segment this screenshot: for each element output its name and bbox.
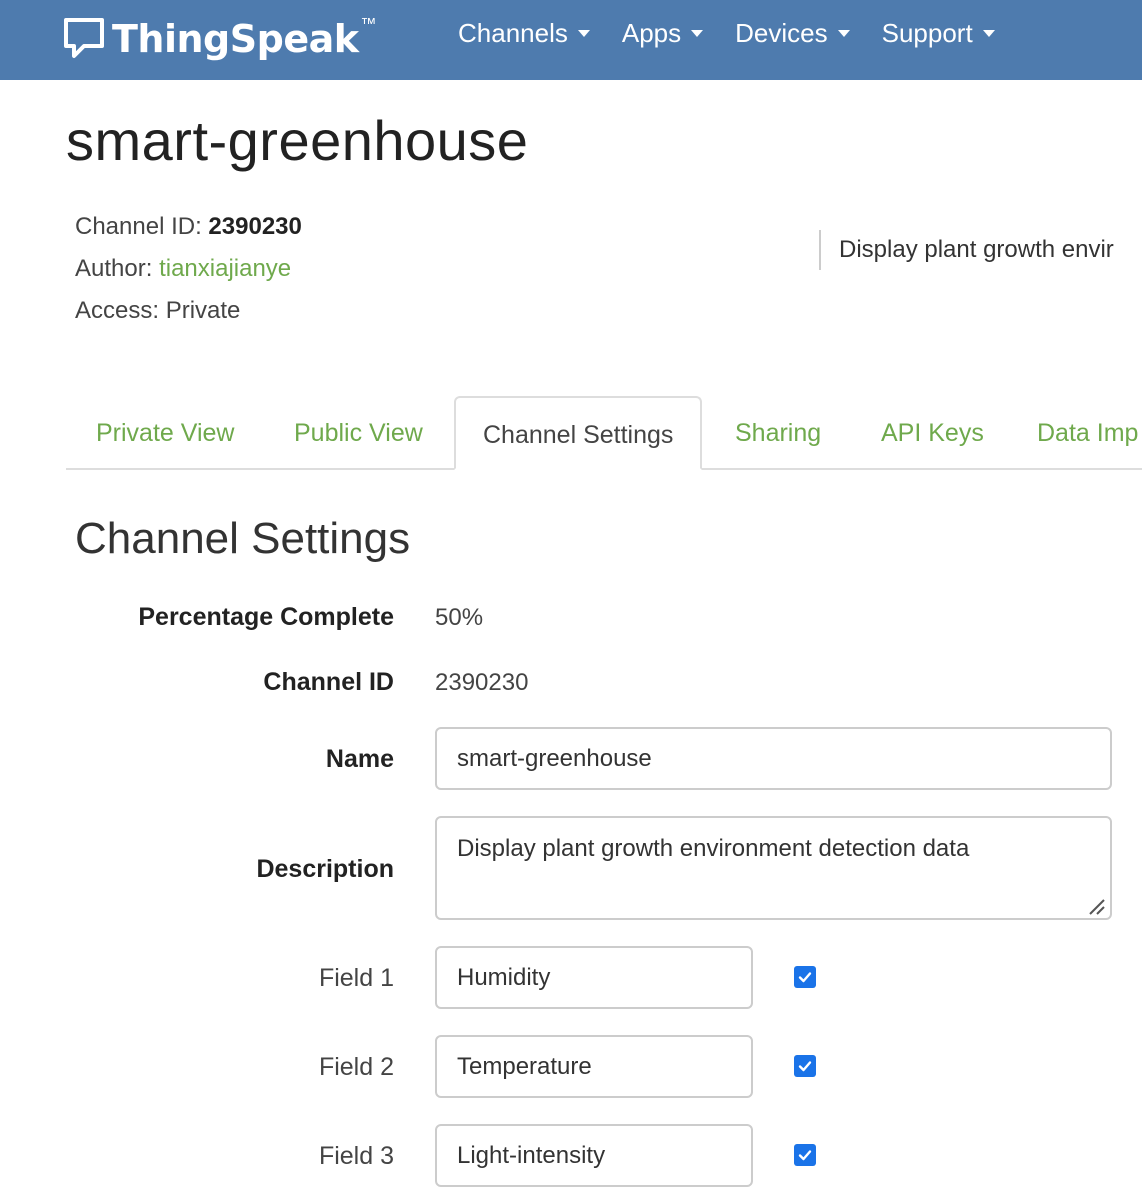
field-3-checkbox[interactable] <box>794 1144 816 1166</box>
channel-id-field-value: 2390230 <box>435 669 529 696</box>
nav-support-label: Support <box>881 18 973 48</box>
author-label: Author: <box>75 255 153 282</box>
nav-channels-label: Channels <box>458 18 568 48</box>
tab-api-keys[interactable]: API Keys <box>881 396 984 468</box>
section-title: Channel Settings <box>75 514 411 563</box>
tab-sharing[interactable]: Sharing <box>735 396 821 468</box>
checkmark-icon <box>798 1150 812 1161</box>
checkmark-icon <box>798 972 812 983</box>
top-navbar: ThingSpeak ™ Channels Apps Devices Suppo… <box>0 0 1142 80</box>
channel-id-label: Channel ID: <box>75 213 202 240</box>
trademark-symbol: ™ <box>360 16 377 33</box>
author-link[interactable]: tianxiajianye <box>159 255 291 282</box>
nav-channels[interactable]: Channels <box>458 18 590 49</box>
nav-devices-label: Devices <box>735 18 828 48</box>
brand-name: ThingSpeak <box>112 17 359 61</box>
channel-id-row: Channel ID: 2390230 <box>75 206 302 248</box>
channel-id-value: 2390230 <box>208 213 302 240</box>
caret-down-icon <box>691 30 704 37</box>
description-textarea[interactable]: Display plant growth environment detecti… <box>435 816 1112 920</box>
nav-support[interactable]: Support <box>882 18 995 49</box>
thingspeak-logo[interactable]: ThingSpeak ™ <box>62 16 377 62</box>
page-title: smart-greenhouse <box>66 109 529 172</box>
nav-apps[interactable]: Apps <box>621 18 704 49</box>
field-2-label: Field 2 <box>318 1053 394 1081</box>
author-row: Author: tianxiajianye <box>75 248 302 290</box>
field-3-input[interactable] <box>435 1124 753 1187</box>
caret-down-icon <box>837 30 850 37</box>
field-1-label: Field 1 <box>318 964 394 992</box>
channel-meta: Channel ID: 2390230 Author: tianxiajiany… <box>75 206 302 332</box>
field-1-checkbox[interactable] <box>794 966 816 988</box>
chat-bubble-icon <box>62 16 106 62</box>
access-value: Private <box>165 297 241 324</box>
percentage-complete-label: Percentage Complete <box>138 603 394 631</box>
field-1-input[interactable] <box>435 946 753 1009</box>
caret-down-icon <box>982 30 995 37</box>
checkmark-icon <box>798 1061 812 1072</box>
tab-data-import[interactable]: Data Imp <box>1037 396 1138 468</box>
name-input[interactable] <box>435 727 1112 790</box>
description-label: Description <box>256 855 394 883</box>
nav-devices[interactable]: Devices <box>735 18 850 49</box>
main-nav: Channels Apps Devices Support <box>458 18 1027 49</box>
channel-tabs: Private View Public View Channel Setting… <box>66 396 1142 470</box>
resize-grip-icon[interactable] <box>1086 896 1106 921</box>
tab-public-view[interactable]: Public View <box>294 396 423 468</box>
field-2-input[interactable] <box>435 1035 753 1098</box>
name-label: Name <box>325 745 394 773</box>
tab-channel-settings[interactable]: Channel Settings <box>454 396 703 470</box>
access-label: Access: <box>75 297 160 324</box>
nav-apps-label: Apps <box>621 18 682 48</box>
channel-id-field-label: Channel ID <box>263 668 394 696</box>
access-row: Access: Private <box>75 290 302 332</box>
caret-down-icon <box>577 30 590 37</box>
field-3-label: Field 3 <box>318 1142 394 1170</box>
field-2-checkbox[interactable] <box>794 1055 816 1077</box>
tab-private-view[interactable]: Private View <box>96 396 235 468</box>
description-divider <box>819 230 821 270</box>
channel-description-preview: Display plant growth envir <box>839 236 1114 263</box>
percentage-complete-value: 50% <box>435 604 484 631</box>
